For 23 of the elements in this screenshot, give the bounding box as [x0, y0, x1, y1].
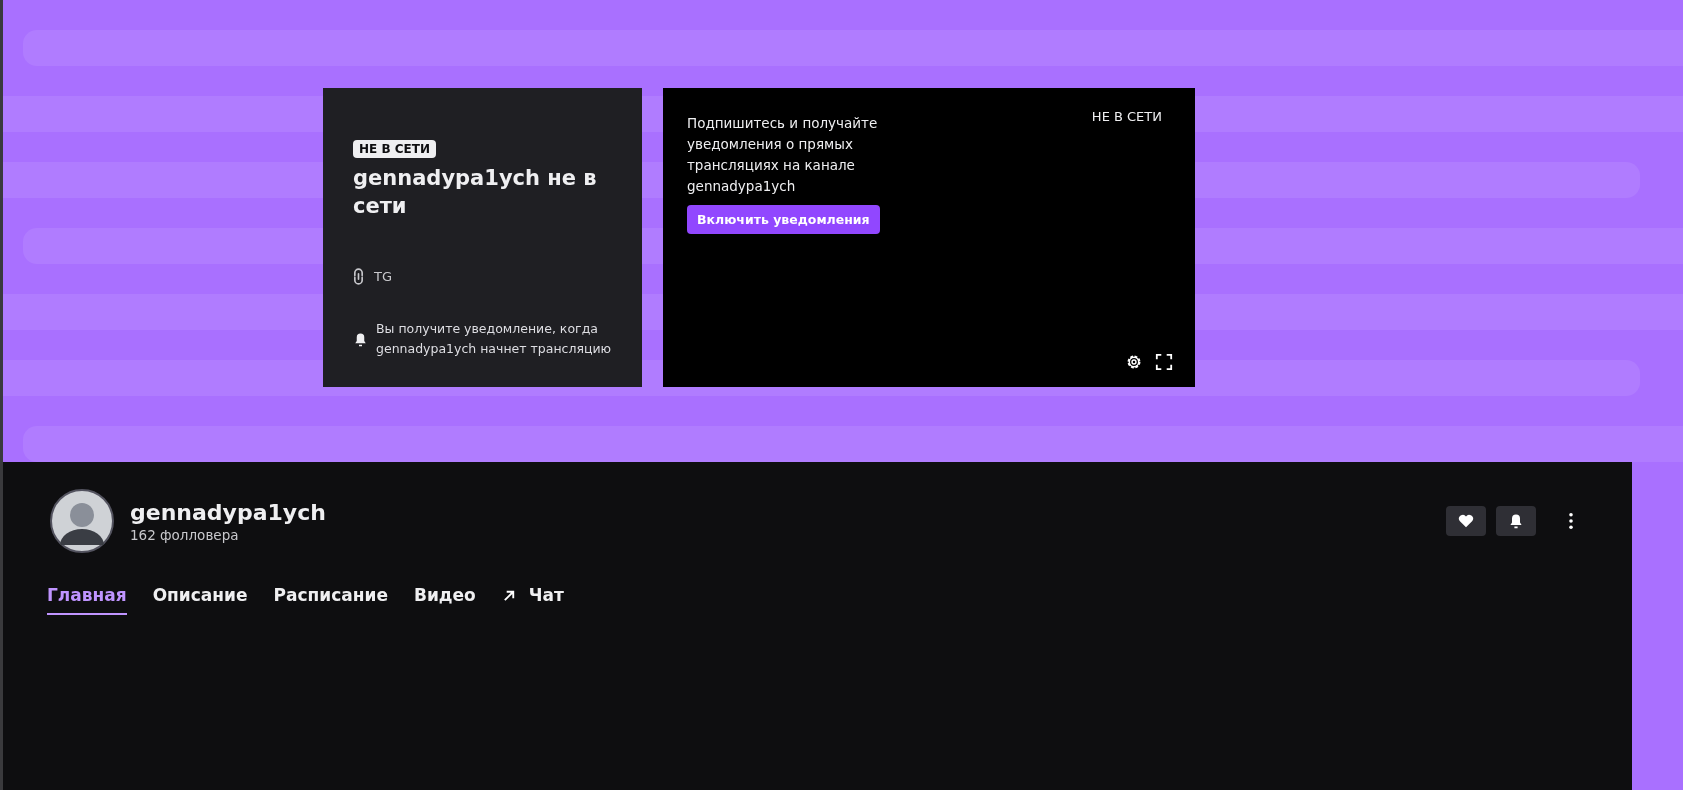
follower-count: 162 фолловера: [130, 526, 240, 543]
settings-icon[interactable]: [1125, 353, 1143, 371]
subscribe-message: Подпишитесь и получайте уведомления о прямых трансляциях на канале gennadypa1ych: [687, 114, 879, 196]
more-icon[interactable]: [1568, 512, 1574, 530]
bell-icon: [1508, 512, 1524, 530]
offline-title: gennadypa1ych не в сети: [353, 165, 598, 220]
channel-tab[interactable]: Чат: [501, 585, 564, 615]
channel-tab[interactable]: Видео: [413, 585, 476, 615]
follow-button[interactable]: [1446, 506, 1486, 536]
notice-text: Вы получите уведомление, когда gennadypa1ych начнет трансляцию: [376, 320, 613, 358]
link-icon: [353, 268, 364, 285]
offline-status: НЕ В СЕТИ: [1091, 109, 1162, 124]
channel-name: gennadypa1ych: [130, 499, 326, 525]
notifications-button[interactable]: [1496, 506, 1536, 536]
social-link[interactable]: TG: [353, 268, 392, 285]
avatar[interactable]: [50, 489, 114, 553]
fullscreen-icon[interactable]: [1155, 353, 1173, 371]
channel-tab[interactable]: Описание: [152, 585, 248, 615]
channel-tab[interactable]: Расписание: [273, 585, 388, 615]
heart-icon: [1457, 512, 1475, 530]
offline-badge: НЕ В СЕТИ: [353, 140, 436, 158]
channel-tab[interactable]: Главная: [47, 585, 127, 615]
enable-notifications-button[interactable]: Включить уведомления: [687, 205, 880, 234]
